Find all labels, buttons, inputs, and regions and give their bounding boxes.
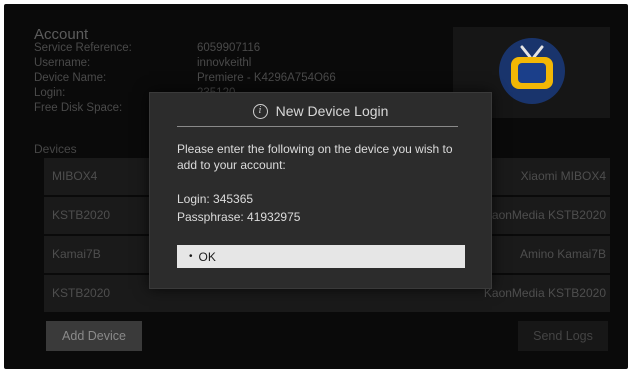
ok-button-label: OK bbox=[198, 249, 216, 264]
app-screen: Account Service Reference: 6059907116 Us… bbox=[4, 4, 628, 369]
username-label: Username: bbox=[34, 57, 91, 69]
free-disk-space-label: Free Disk Space: bbox=[34, 102, 123, 114]
account-title: Account bbox=[34, 26, 89, 43]
dialog-divider bbox=[177, 126, 458, 127]
tv-logo-icon bbox=[499, 38, 565, 104]
focus-bullet-icon: • bbox=[189, 251, 193, 262]
device-name: KSTB2020 bbox=[52, 286, 111, 300]
device-model: KaonMedia KSTB2020 bbox=[483, 286, 606, 300]
add-device-button[interactable]: Add Device bbox=[46, 321, 142, 351]
ok-button[interactable]: • OK bbox=[177, 245, 465, 268]
info-icon: i bbox=[252, 103, 268, 119]
dialog-title: New Device Login bbox=[275, 103, 389, 119]
device-name: KSTB2020 bbox=[52, 208, 111, 222]
service-reference-label: Service Reference: bbox=[34, 42, 132, 54]
login-label: Login: bbox=[34, 87, 66, 99]
device-model: Amino Kamai7B bbox=[519, 247, 606, 261]
dialog-header: i New Device Login bbox=[150, 103, 491, 119]
service-reference-value: 6059907116 bbox=[197, 42, 261, 54]
device-name-value: Premiere - K4296A754O66 bbox=[197, 72, 336, 84]
device-name: MIBOX4 bbox=[52, 169, 98, 183]
device-name: Kamai7B bbox=[52, 247, 101, 261]
device-name-label: Device Name: bbox=[34, 72, 107, 84]
login-code: Login: 345365 bbox=[177, 192, 254, 206]
passphrase-code: Passphrase: 41932975 bbox=[177, 210, 301, 224]
send-logs-button[interactable]: Send Logs bbox=[518, 321, 608, 351]
device-model: KaonMedia KSTB2020 bbox=[483, 208, 606, 222]
device-model: Xiaomi MIBOX4 bbox=[520, 169, 606, 183]
username-value: innovkeithl bbox=[197, 57, 252, 69]
new-device-login-dialog: i New Device Login Please enter the foll… bbox=[149, 92, 492, 289]
devices-label: Devices bbox=[34, 142, 77, 156]
dialog-message: Please enter the following on the device… bbox=[177, 142, 453, 172]
